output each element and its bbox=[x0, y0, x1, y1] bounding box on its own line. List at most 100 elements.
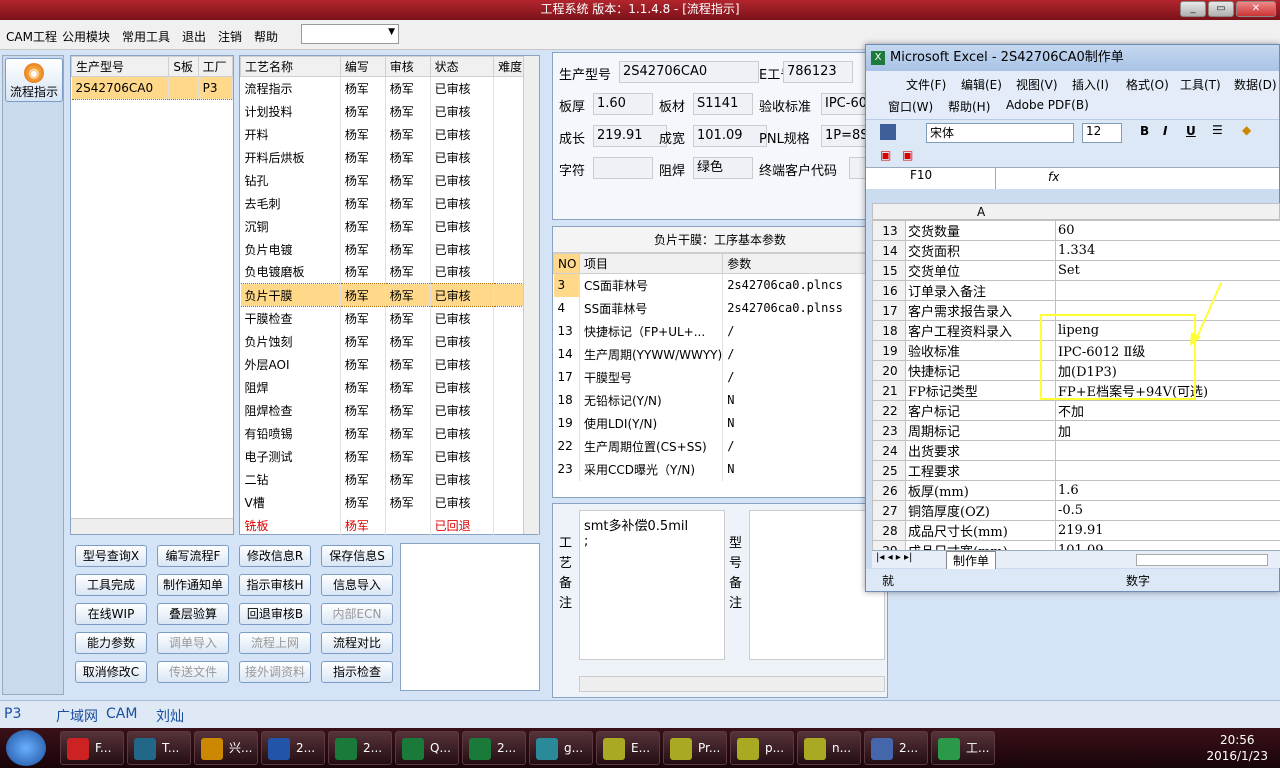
action-button[interactable]: 工具完成 bbox=[75, 574, 147, 596]
process-row[interactable]: 沉铜 杨军 杨军 已审核 bbox=[240, 214, 539, 238]
taskbar-item[interactable]: Q... bbox=[395, 731, 459, 765]
excel-cell-a[interactable]: 交货数量 bbox=[905, 220, 1056, 241]
model-col-header[interactable]: S板 bbox=[168, 56, 199, 77]
params-row[interactable]: 3 CS面菲林号 2s42706ca0.plncs bbox=[553, 273, 887, 297]
params-col-header[interactable]: 项目 bbox=[578, 253, 724, 274]
model-hscrollbar[interactable] bbox=[71, 518, 233, 534]
underline-icon[interactable]: U bbox=[1186, 124, 1196, 138]
excel-cell-a[interactable]: 成品尺寸长(mm) bbox=[905, 520, 1056, 541]
action-button[interactable]: 指示审核H bbox=[239, 574, 311, 596]
excel-cell-a[interactable]: 订单录入备注 bbox=[905, 280, 1056, 301]
params-row[interactable]: 13 快捷标记（FP+UL+... / bbox=[553, 319, 887, 343]
process-col-header[interactable]: 工艺名称 bbox=[240, 56, 341, 77]
process-row[interactable]: 开料 杨军 杨军 已审核 bbox=[240, 122, 539, 146]
fill-color-icon[interactable]: ◆ bbox=[1242, 123, 1251, 137]
action-button[interactable]: 信息导入 bbox=[321, 574, 393, 596]
taskbar-item[interactable]: 兴... bbox=[194, 731, 258, 765]
info-field-model[interactable]: 2S42706CA0 bbox=[619, 61, 759, 83]
action-button[interactable]: 传送文件 bbox=[157, 661, 229, 683]
excel-cell-b[interactable]: 1.334 bbox=[1055, 240, 1280, 261]
menu-help[interactable]: 帮助 bbox=[254, 28, 278, 45]
taskbar-item[interactable]: p... bbox=[730, 731, 794, 765]
align-icon[interactable]: ☰ bbox=[1212, 123, 1223, 137]
excel-cell-b[interactable] bbox=[1055, 440, 1280, 461]
nav-flow-button[interactable]: ◉ 流程指示 bbox=[5, 58, 63, 102]
params-row[interactable]: 4 SS面菲林号 2s42706ca0.plnss bbox=[553, 296, 887, 320]
excel-cell-a[interactable]: 验收标准 bbox=[905, 340, 1056, 361]
menu-public[interactable]: 公用模块 bbox=[62, 28, 110, 45]
process-vscrollbar[interactable] bbox=[523, 56, 539, 534]
excel-cell-a[interactable]: 板厚(mm) bbox=[905, 480, 1056, 501]
process-row[interactable]: 铣板 杨军 已回退 bbox=[240, 513, 539, 537]
excel-menu-item[interactable]: Adobe PDF(B) bbox=[1006, 98, 1089, 112]
action-button[interactable]: 流程上网 bbox=[239, 632, 311, 654]
font-name-field[interactable]: 宋体 bbox=[926, 123, 1074, 143]
process-row[interactable]: V槽 杨军 杨军 已审核 bbox=[240, 490, 539, 514]
excel-menu-item[interactable]: 帮助(H) bbox=[948, 98, 990, 115]
taskbar-item[interactable]: g... bbox=[529, 731, 593, 765]
info-field-char[interactable] bbox=[593, 157, 653, 179]
excel-cell-b[interactable] bbox=[1055, 460, 1280, 481]
excel-menu-item[interactable]: 插入(I) bbox=[1072, 76, 1109, 93]
params-col-header[interactable]: NO bbox=[553, 253, 580, 274]
taskbar-item[interactable]: T... bbox=[127, 731, 191, 765]
process-col-header[interactable]: 审核 bbox=[384, 56, 431, 77]
excel-cell-a[interactable]: 客户工程资料录入 bbox=[905, 320, 1056, 341]
process-row[interactable]: 负片干膜 杨军 杨军 已审核 bbox=[240, 283, 539, 307]
taskbar-item[interactable]: F... bbox=[60, 731, 124, 765]
menu-cam[interactable]: CAM工程 bbox=[6, 28, 57, 45]
process-row[interactable]: 负片蚀刻 杨军 杨军 已审核 bbox=[240, 329, 539, 353]
name-box[interactable]: F10 bbox=[870, 168, 996, 189]
params-row[interactable]: 23 采用CCD曝光（Y/N) N bbox=[553, 457, 887, 481]
action-button[interactable]: 保存信息S bbox=[321, 545, 393, 567]
action-button[interactable]: 型号查询Ⅹ bbox=[75, 545, 147, 567]
params-row[interactable]: 19 使用LDI(Y/N) N bbox=[553, 411, 887, 435]
process-row[interactable]: 有铅喷锡 杨军 杨军 已审核 bbox=[240, 421, 539, 445]
column-a-header[interactable]: A bbox=[977, 205, 985, 219]
status-item[interactable]: P3 bbox=[4, 706, 21, 722]
params-row[interactable]: 17 干膜型号 / bbox=[553, 365, 887, 389]
excel-cell-b[interactable] bbox=[1055, 280, 1280, 301]
menu-tools[interactable]: 常用工具 bbox=[122, 28, 170, 45]
action-button[interactable]: 修改信息R bbox=[239, 545, 311, 567]
process-row[interactable]: 阻焊检查 杨军 杨军 已审核 bbox=[240, 398, 539, 422]
excel-cell-b[interactable]: 不加 bbox=[1055, 400, 1280, 421]
process-row[interactable]: 负电镀磨板 杨军 杨军 已审核 bbox=[240, 260, 539, 284]
info-field-material[interactable]: S1141 bbox=[693, 93, 753, 115]
action-button[interactable]: 能力参数 bbox=[75, 632, 147, 654]
excel-cell-a[interactable]: 出货要求 bbox=[905, 440, 1056, 461]
excel-menu-item[interactable]: 格式(O) bbox=[1126, 76, 1169, 93]
excel-cell-a[interactable]: 工程要求 bbox=[905, 460, 1056, 481]
menu-logout[interactable]: 注销 bbox=[218, 28, 242, 45]
action-button[interactable]: 回退审核B bbox=[239, 603, 311, 625]
excel-cell-b[interactable]: 219.91 bbox=[1055, 520, 1280, 541]
start-button[interactable] bbox=[6, 730, 46, 766]
process-row[interactable]: 负片电镀 杨军 杨军 已审核 bbox=[240, 237, 539, 261]
process-col-header[interactable]: 编写 bbox=[339, 56, 386, 77]
process-row[interactable]: 电子测试 杨军 杨军 已审核 bbox=[240, 444, 539, 468]
excel-menu-item[interactable]: 编辑(E) bbox=[961, 76, 1002, 93]
clock[interactable]: 20:56 2016/1/23 bbox=[1206, 732, 1268, 764]
remark-hscrollbar[interactable] bbox=[579, 676, 885, 692]
process-remark-text[interactable]: smt多补偿0.5mil ; bbox=[579, 510, 725, 660]
taskbar-item[interactable]: 2... bbox=[261, 731, 325, 765]
taskbar-item[interactable]: 2... bbox=[864, 731, 928, 765]
pdf-icon[interactable]: ▣ bbox=[880, 148, 891, 162]
taskbar-item[interactable]: 2... bbox=[462, 731, 526, 765]
excel-cell-a[interactable]: 客户需求报告录入 bbox=[905, 300, 1056, 321]
excel-cell-b[interactable]: 60 bbox=[1055, 220, 1280, 241]
menu-exit[interactable]: 退出 bbox=[182, 28, 206, 45]
taskbar-item[interactable]: E... bbox=[596, 731, 660, 765]
model-col-header[interactable]: 生产型号 bbox=[70, 56, 170, 77]
process-row[interactable]: 钻孔 杨军 杨军 已审核 bbox=[240, 168, 539, 192]
excel-menu-item[interactable]: 工具(T) bbox=[1180, 76, 1221, 93]
params-row[interactable]: 14 生产周期(YYWW/WWYY) / bbox=[553, 342, 887, 366]
params-row[interactable]: 22 生产周期位置(CS+SS) / bbox=[553, 434, 887, 458]
excel-cell-b[interactable]: 加 bbox=[1055, 420, 1280, 441]
process-col-header[interactable]: 状态 bbox=[429, 56, 495, 77]
pdf-mail-icon[interactable]: ▣ bbox=[902, 148, 913, 162]
action-button[interactable]: 制作通知单 bbox=[157, 574, 229, 596]
info-field-length[interactable]: 219.91 bbox=[593, 125, 667, 147]
process-row[interactable]: 去毛刺 杨军 杨军 已审核 bbox=[240, 191, 539, 215]
excel-menu-item[interactable]: 数据(D) bbox=[1234, 76, 1277, 93]
